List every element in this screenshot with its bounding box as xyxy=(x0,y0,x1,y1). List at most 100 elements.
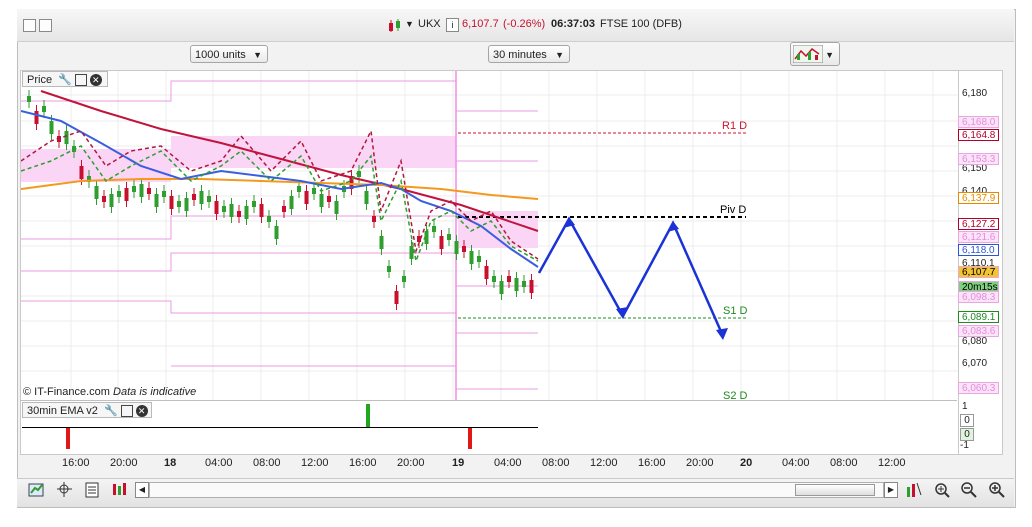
interval-dropdown[interactable]: 30 minutes ▼ xyxy=(488,45,570,63)
price-label: 6,083.6 xyxy=(958,325,999,337)
candle-body xyxy=(49,121,54,134)
restore-icon[interactable] xyxy=(39,19,52,32)
clock-time: 06:37:03 xyxy=(551,18,596,30)
y-tick-label: 6,180 xyxy=(962,88,988,99)
info-icon[interactable]: i xyxy=(446,18,459,32)
candle-body xyxy=(477,256,481,262)
chart-type-icon xyxy=(793,45,823,63)
candle-body xyxy=(334,201,339,214)
time-axis-label: 20:00 xyxy=(397,457,425,469)
window-icon[interactable] xyxy=(74,74,87,87)
candle-body xyxy=(154,194,159,207)
time-axis-label: 04:00 xyxy=(205,457,233,469)
candle-body xyxy=(492,276,496,282)
copyright: © IT-Finance.com Data is indicative xyxy=(23,386,196,398)
draw-tools-icon[interactable] xyxy=(905,481,923,499)
ema-signal-bar xyxy=(468,428,472,449)
candle-body xyxy=(432,226,436,232)
candle-body xyxy=(132,186,136,192)
candle-body xyxy=(274,226,279,239)
pivot-r1-label: R1 D xyxy=(722,120,748,132)
candle-body xyxy=(42,106,46,112)
candle-body xyxy=(117,191,121,197)
zoom-in-icon[interactable] xyxy=(988,481,1006,499)
pivot-s2-label: S2 D xyxy=(723,390,748,402)
time-axis-label: 12:00 xyxy=(590,457,618,469)
instrument-name: FTSE 100 (DFB) xyxy=(600,18,682,30)
candle-body xyxy=(297,186,301,192)
candle-body xyxy=(267,216,271,222)
price-label: 6,137.9 xyxy=(958,192,999,204)
candle-body xyxy=(237,211,241,217)
chart-type-button[interactable]: ▼ xyxy=(790,42,840,66)
pivot-level xyxy=(21,300,538,334)
close-icon[interactable]: ✕ xyxy=(135,405,148,418)
candle-body xyxy=(222,206,226,212)
price-label: 6,121.6 xyxy=(958,231,999,243)
time-axis-label: 04:00 xyxy=(782,457,810,469)
candle-body xyxy=(229,204,234,217)
panel-divider[interactable] xyxy=(20,400,957,401)
time-axis-label: 04:00 xyxy=(494,457,522,469)
ema-panel-header: 30min EMA v2 🔧 ✕ xyxy=(22,402,152,418)
price-label: 6,098.3 xyxy=(958,291,999,303)
trade-ticket-icon[interactable] xyxy=(28,481,46,499)
candle-body xyxy=(259,204,264,217)
wrench-icon[interactable]: 🔧 xyxy=(58,74,72,86)
horizontal-scrollbar[interactable] xyxy=(149,482,884,498)
ema-panel-title: 30min EMA v2 xyxy=(27,405,98,417)
pivot-band xyxy=(21,149,171,182)
candle-body xyxy=(402,276,406,282)
candle-body xyxy=(304,191,309,204)
candle-body xyxy=(169,196,174,209)
scroll-right-icon[interactable]: ▶ xyxy=(884,482,898,498)
time-axis-label: 08:00 xyxy=(542,457,570,469)
candle-body xyxy=(454,241,459,254)
candle-body xyxy=(447,234,451,240)
y-tick-label: 6,070 xyxy=(962,358,988,369)
pivot-s1-label: S1 D xyxy=(723,305,748,317)
candle-body xyxy=(162,191,166,197)
crosshair-icon[interactable] xyxy=(56,481,74,499)
candle-body xyxy=(364,191,369,204)
instrument-menu-icon[interactable]: ▼ xyxy=(405,19,414,29)
price-label: 6,168.0 xyxy=(958,116,999,128)
scrollbar-thumb[interactable] xyxy=(795,484,875,496)
candle-body xyxy=(514,278,519,291)
candle-body xyxy=(109,194,114,207)
close-icon[interactable] xyxy=(23,19,36,32)
window-icon[interactable] xyxy=(120,405,133,418)
chevron-down-icon: ▼ xyxy=(555,50,564,60)
units-dropdown[interactable]: 1000 units ▼ xyxy=(190,45,268,63)
wrench-icon[interactable]: 🔧 xyxy=(104,405,118,417)
ema-zero-line xyxy=(22,427,538,428)
candle-body xyxy=(499,281,504,294)
zoom-fit-icon[interactable] xyxy=(933,481,951,499)
print-icon[interactable] xyxy=(84,481,102,499)
last-price: 6,107.7 xyxy=(462,18,499,30)
close-icon[interactable]: ✕ xyxy=(89,74,102,87)
price-label: 6,107.7 xyxy=(958,266,999,278)
candle-body xyxy=(327,196,331,202)
candle-body xyxy=(379,236,384,249)
time-axis-label: 20:00 xyxy=(686,457,714,469)
candle-body xyxy=(529,280,534,293)
units-value: 1000 units xyxy=(195,49,246,61)
candle-body xyxy=(139,184,144,197)
candle-body xyxy=(282,206,286,212)
candle-body xyxy=(27,96,31,102)
candle-body xyxy=(199,191,204,204)
candle-body xyxy=(124,188,129,201)
chevron-down-icon: ▼ xyxy=(253,50,262,60)
indicator-icon[interactable] xyxy=(111,481,129,499)
candle-body xyxy=(507,276,511,282)
ema-signal-bar xyxy=(66,428,70,449)
candle-body xyxy=(312,188,316,194)
zoom-out-icon[interactable] xyxy=(960,481,978,499)
copyright-text: © IT-Finance.com xyxy=(23,386,110,398)
candle-body xyxy=(252,201,256,207)
scroll-left-icon[interactable]: ◀ xyxy=(135,482,149,498)
price-panel-title: Price xyxy=(27,74,53,86)
candlestick-icon[interactable] xyxy=(388,19,402,33)
ema-signal-bar xyxy=(366,404,370,427)
